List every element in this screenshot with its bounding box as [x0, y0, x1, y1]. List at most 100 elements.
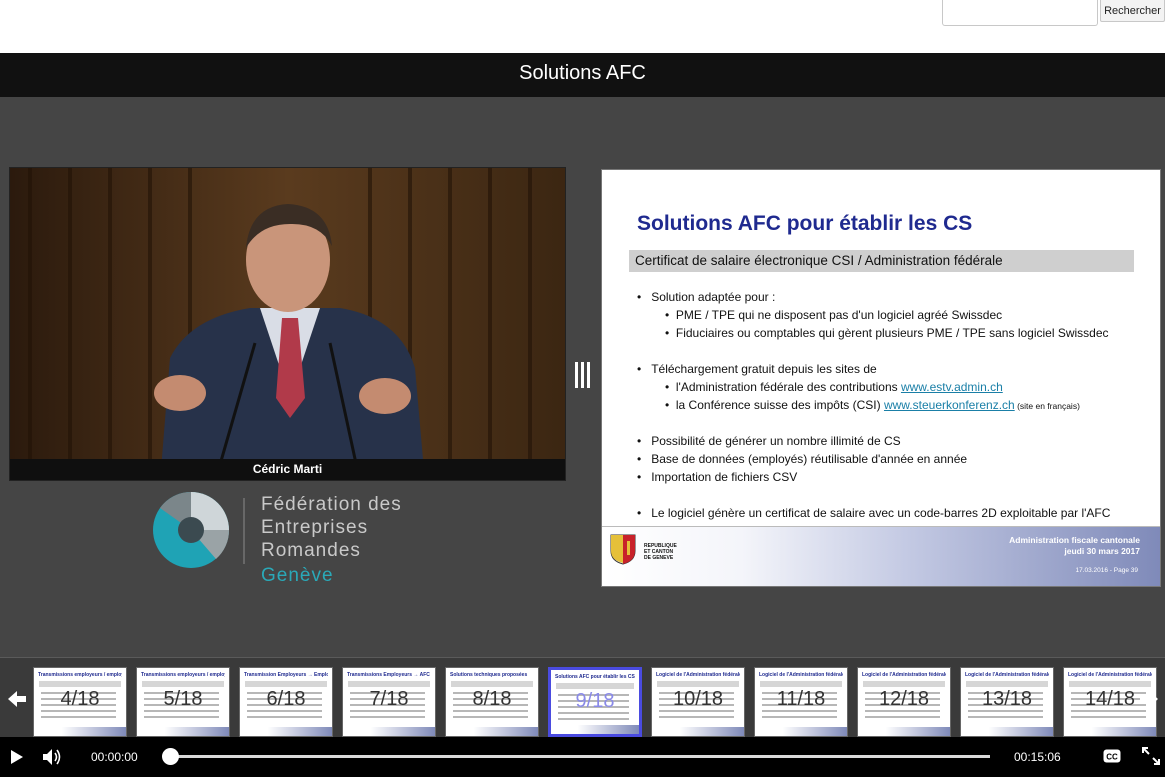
search-input[interactable]: [942, 0, 1098, 26]
thumbnail-label: 9/18: [575, 690, 615, 712]
geneva-coat-of-arms-icon: REPUBLIQUE ET CANTON DE GENEVE: [610, 533, 677, 577]
logo-text: Fédération des Entreprises Romandes Genè…: [261, 493, 402, 587]
thumbnail-bar: [760, 681, 842, 687]
video-player: Solutions AFC Cédric Marti Fédération de…: [0, 53, 1165, 777]
organization-logo: Fédération des Entreprises Romandes Genè…: [150, 488, 450, 598]
thumbnail-text-line: [865, 716, 940, 718]
slide-footer-info: Administration fiscale cantonale jeudi 3…: [1009, 535, 1140, 557]
thumbnail-footer: [755, 727, 847, 736]
slide-bullet-text: Fiduciaires ou comptables qui gèrent plu…: [675, 326, 1109, 340]
slide-thumbnail[interactable]: Solutions AFC pour établir les CS 9/18: [548, 667, 642, 737]
slide-subbullet: • l'Administration fédérale des contribu…: [665, 380, 1003, 394]
thumbnail-footer: [551, 725, 639, 734]
speaker-caption: Cédric Marti: [10, 459, 565, 480]
thumbnail-text-line: [968, 716, 1043, 718]
volume-icon[interactable]: [42, 748, 62, 771]
play-icon[interactable]: [10, 749, 24, 770]
slide-thumbnail[interactable]: Transmissions employeurs / employés / AF…: [33, 667, 127, 737]
thumbnail-label: 11/18: [776, 688, 826, 710]
arrow-left-icon[interactable]: [6, 688, 28, 710]
slide-bullet: • Possibilité de générer un nombre illim…: [637, 434, 901, 448]
slide-thumbnail[interactable]: Solutions techniques proposées 8/18: [445, 667, 539, 737]
thumbnail-title: Transmission Employeurs → Employés: [244, 672, 328, 678]
thumbnail-footer: [961, 727, 1053, 736]
slide-subbullet: • Fiduciaires ou comptables qui gèrent p…: [665, 326, 1109, 340]
thumbnail-bar: [39, 681, 121, 687]
time-current: 00:00:00: [91, 750, 138, 764]
thumbnail-bar: [657, 681, 739, 687]
top-bar: Rechercher: [0, 0, 1165, 53]
thumbnail-footer: [446, 727, 538, 736]
thumbnail-title: Transmissions employeurs / employés / AF…: [38, 672, 122, 678]
thumbnail-label: 13/18: [981, 688, 1033, 710]
thumbnail-text-line: [247, 716, 322, 718]
coat-text: REPUBLIQUE ET CANTON DE GENEVE: [644, 543, 677, 561]
thumbnail-footer: [858, 727, 950, 736]
thumbnail-title: Logiciel de l'Administration fédérale: [656, 672, 740, 678]
slide-footer-page: 17.03.2016 - Page 39: [1075, 567, 1138, 574]
player-controls: 00:00:00 00:15:06 CC: [0, 737, 1165, 777]
fullscreen-icon[interactable]: [1142, 747, 1160, 770]
slide-thumbnail[interactable]: Logiciel de l'Administration fédérale 13/…: [960, 667, 1054, 737]
thumbnail-footer: [1064, 727, 1156, 736]
time-total: 00:15:06: [1014, 750, 1061, 764]
speaker-video-frame: [10, 168, 565, 480]
thumbnail-text-line: [659, 716, 734, 718]
thumbnail-label: 10/18: [672, 688, 724, 710]
slide-bullet: • Importation de fichiers CSV: [637, 470, 798, 484]
search-button[interactable]: Rechercher: [1100, 0, 1165, 22]
thumbnail-strip: Transmissions employeurs / employés / AF…: [0, 657, 1165, 737]
slide-thumbnail[interactable]: Logiciel de l'Administration fédérale 11/…: [754, 667, 848, 737]
estv-link[interactable]: www.estv.admin.ch: [901, 380, 1003, 394]
thumbnail-label: 12/18: [878, 688, 930, 710]
thumbnail-footer: [34, 727, 126, 736]
slide-thumbnail[interactable]: Logiciel de l'Administration fédérale 10/…: [651, 667, 745, 737]
thumbnail-text-line: [41, 716, 116, 718]
thumbnail-text-line: [350, 716, 425, 718]
arrow-right-icon[interactable]: [1138, 688, 1160, 710]
slide-thumbnail[interactable]: Transmission Employeurs → Employés 6/18: [239, 667, 333, 737]
thumbnail-text-line: [1071, 716, 1146, 718]
thumbnail-bar: [142, 681, 224, 687]
slide-bullet-text: la Conférence suisse des impôts (CSI): [675, 398, 884, 412]
slide-bullet: • Le logiciel génère un certificat de sa…: [637, 506, 1111, 520]
thumbnail-footer: [137, 727, 229, 736]
thumbnail-bar: [245, 681, 327, 687]
thumbnail-text-line: [144, 716, 219, 718]
slide-thumbnail[interactable]: Transmissions Employeurs → AFC 7/18: [342, 667, 436, 737]
slide-bullet-text: Importation de fichiers CSV: [651, 470, 798, 484]
logo-line-1: Fédération des: [261, 494, 402, 515]
slide-bullet: • Téléchargement gratuit depuis les site…: [637, 362, 877, 376]
slide-thumbnail[interactable]: Transmissions employeurs / employés / AF…: [136, 667, 230, 737]
thumbnail-title: Solutions AFC pour établir les CS: [555, 674, 635, 680]
slide-bullet: • Base de données (employés) réutilisabl…: [637, 452, 968, 466]
slide-bullet-text: Possibilité de générer un nombre illimit…: [651, 434, 901, 448]
thumbnail-bar: [1069, 681, 1151, 687]
slide-bullet-text: PME / TPE qui ne disposent pas d'un logi…: [675, 308, 1003, 322]
speaker-video[interactable]: Cédric Marti: [9, 167, 566, 481]
thumbnail-footer: [652, 727, 744, 736]
progress-bar[interactable]: [162, 748, 990, 765]
slide-footer: REPUBLIQUE ET CANTON DE GENEVE Administr…: [602, 526, 1160, 586]
closed-captions-icon[interactable]: CC: [1103, 749, 1121, 768]
slide-subtitle: Certificat de salaire électronique CSI /…: [629, 250, 1134, 272]
splitter-icon[interactable]: [573, 362, 595, 392]
thumbnail-text-line: [558, 718, 629, 720]
thumbnail-footer: [343, 727, 435, 736]
progress-handle[interactable]: [162, 748, 179, 765]
thumbnail-label: 6/18: [266, 688, 306, 710]
thumbnail-title: Solutions techniques proposées: [450, 672, 528, 678]
steuerkonferenz-link[interactable]: www.steuerkonferenz.ch: [884, 398, 1015, 412]
thumbnail-bar: [556, 683, 634, 689]
thumbnail-title: Logiciel de l'Administration fédérale: [1068, 672, 1152, 678]
thumbnail-footer: [240, 727, 332, 736]
thumbnail-bar: [966, 681, 1048, 687]
slide-thumbnail[interactable]: Logiciel de l'Administration fédérale 12/…: [857, 667, 951, 737]
svg-text:CC: CC: [1106, 753, 1118, 762]
thumbnail-label: 5/18: [163, 688, 203, 710]
slide-note: (site en français): [1014, 401, 1080, 411]
thumbnail-title: Logiciel de l'Administration fédérale: [862, 672, 946, 678]
player-title: Solutions AFC: [0, 53, 1165, 97]
slide-bullet-text: Base de données (employés) réutilisable …: [651, 452, 968, 466]
slide-bullet-text: Le logiciel génère un certificat de sala…: [651, 506, 1111, 520]
